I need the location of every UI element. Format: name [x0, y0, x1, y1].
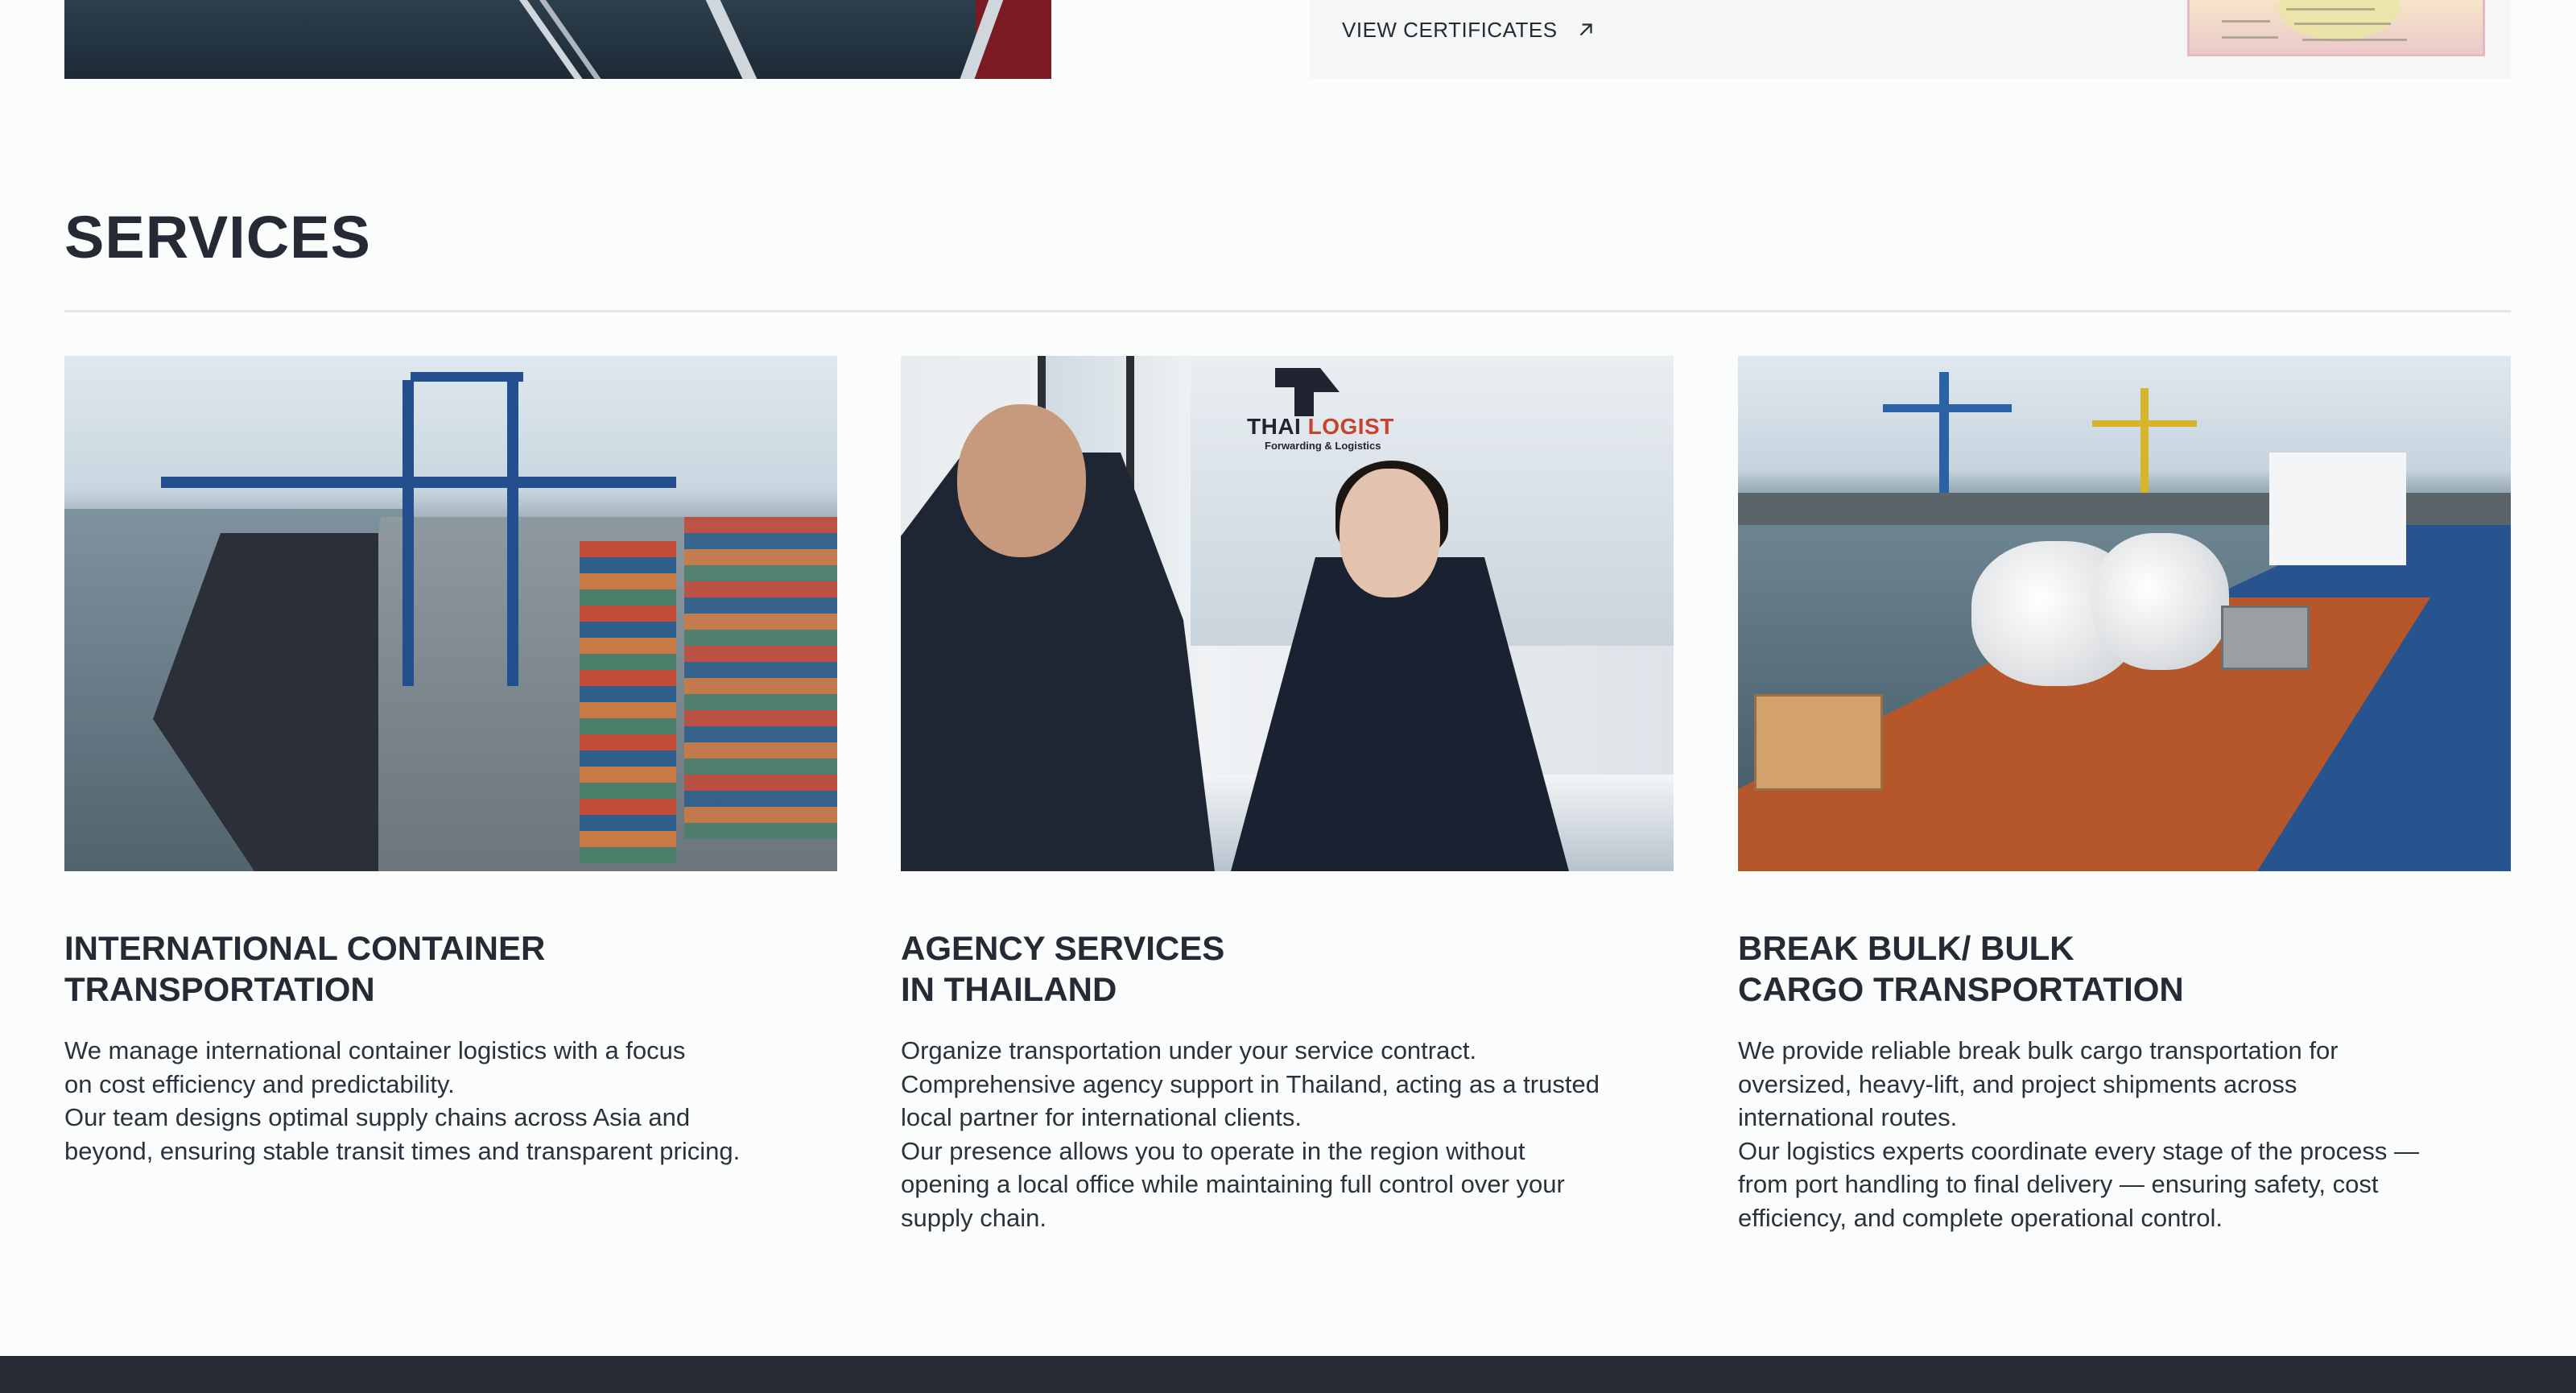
service-card-agency: THAI LOGIST Forwarding & Logistics AGENC…	[901, 356, 1674, 1234]
service-card-description: Organize transportation under your servi…	[901, 1036, 1600, 1232]
top-road-photo	[64, 0, 1051, 79]
service-card-title: AGENCY SERVICES IN THAILAND	[901, 929, 1225, 1008]
arrow-up-right-icon	[1579, 23, 1592, 36]
break-bulk-ship-photo	[1738, 356, 2511, 871]
service-card-title: INTERNATIONAL CONTAINER TRANSPORTATION	[64, 929, 546, 1008]
section-divider	[64, 310, 2511, 312]
certificate-thumbnail[interactable]	[2187, 0, 2485, 56]
service-card-container-transport: INTERNATIONAL CONTAINER TRANSPORTATION W…	[64, 356, 837, 1168]
image-logo-subtitle: Forwarding & Logistics	[1265, 440, 1381, 452]
footer	[0, 1356, 2576, 1393]
service-card-title: BREAK BULK/ BULK CARGO TRANSPORTATION	[1738, 929, 2184, 1008]
service-card-description: We manage international container logist…	[64, 1036, 741, 1165]
view-certificates-label: VIEW CERTIFICATES	[1342, 17, 1558, 42]
view-certificates-link[interactable]: VIEW CERTIFICATES	[1342, 18, 1596, 42]
certificates-panel: VIEW CERTIFICATES	[1310, 0, 2511, 79]
container-port-photo	[64, 356, 837, 871]
service-card-description: We provide reliable break bulk cargo tra…	[1738, 1036, 2420, 1232]
image-logo-text: THAI LOGIST	[1247, 414, 1394, 439]
service-card-break-bulk: BREAK BULK/ BULK CARGO TRANSPORTATION We…	[1738, 356, 2511, 1234]
agency-office-photo: THAI LOGIST Forwarding & Logistics	[901, 356, 1674, 871]
services-title: SERVICES	[64, 204, 371, 271]
